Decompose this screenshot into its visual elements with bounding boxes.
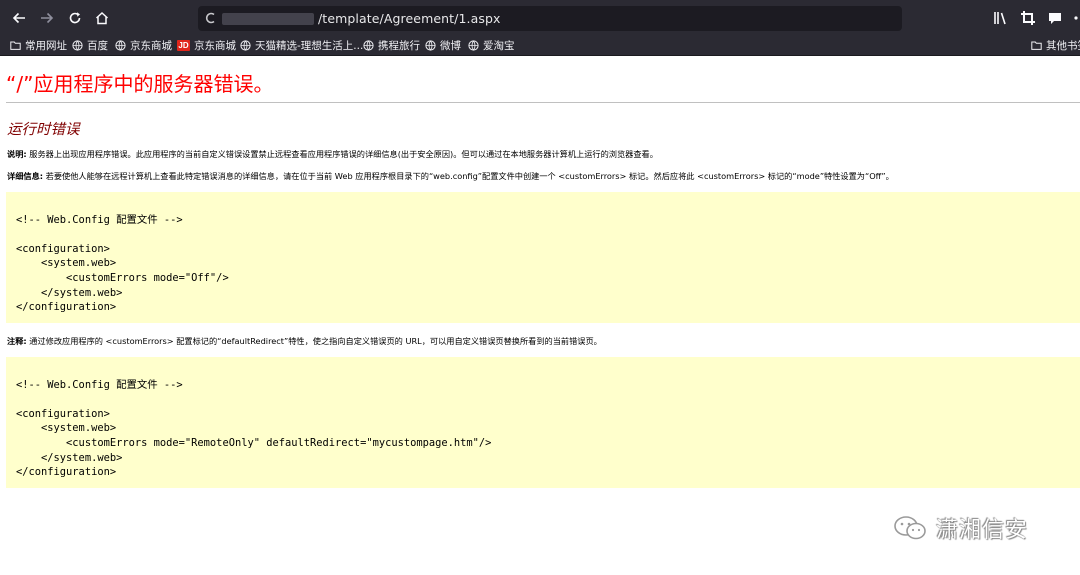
arrow-right-icon: [41, 12, 54, 24]
url-host-blur: [222, 13, 314, 25]
jd-logo-icon: JD: [177, 40, 190, 51]
page-title: “/”应用程序中的服务器错误。: [6, 72, 274, 96]
page-info-icon[interactable]: [204, 11, 218, 25]
library-icon[interactable]: [993, 10, 1009, 26]
globe-icon: [240, 40, 251, 51]
bookmark-label: 京东商城: [130, 40, 172, 52]
url-text[interactable]: /template/Agreement/1.aspx: [318, 11, 501, 26]
runtime-error-heading: 运行时错误: [7, 122, 80, 138]
description-paragraph: 说明: 服务器上出现应用程序错误。此应用程序的当前自定义错误设置禁止远程查看应用…: [7, 148, 658, 160]
code-block-config: <!-- Web.Config 配置文件 --> <configuration>…: [6, 192, 1080, 323]
watermark-text: 潇湘信安: [936, 518, 1029, 543]
globe-icon: [72, 40, 83, 51]
bookmark-item[interactable]: 京东商城: [115, 38, 172, 53]
back-button[interactable]: [8, 7, 30, 29]
overflow-icon[interactable]: [1072, 10, 1080, 26]
bookmark-label: 常用网址: [25, 40, 67, 52]
bookmark-item[interactable]: JD 京东商城: [177, 38, 236, 53]
bookmark-item[interactable]: 百度: [72, 38, 108, 53]
bookmark-label: 百度: [87, 40, 108, 52]
home-button[interactable]: [91, 7, 113, 29]
bookmark-item[interactable]: 携程旅行: [363, 38, 420, 53]
code-text: <!-- Web.Config 配置文件 --> <configuration>…: [16, 378, 492, 479]
bookmark-item[interactable]: 常用网址: [10, 38, 67, 53]
reload-button[interactable]: [64, 7, 86, 29]
note-label: 注释:: [7, 336, 27, 346]
folder-icon: [10, 41, 21, 50]
details-label: 详细信息:: [7, 171, 44, 181]
globe-icon: [363, 40, 374, 51]
details-paragraph: 详细信息: 若要使他人能够在远程计算机上查看此特定错误消息的详细信息，请在位于当…: [7, 170, 894, 182]
bookmark-label: 京东商城: [194, 40, 236, 52]
globe-icon: [115, 40, 126, 51]
note-paragraph: 注释: 通过修改应用程序的 <customErrors> 配置标记的“defau…: [7, 335, 602, 347]
chat-icon[interactable]: [1047, 10, 1063, 26]
url-bar[interactable]: /template/Agreement/1.aspx: [198, 6, 902, 31]
bookmark-label: 微博: [440, 40, 461, 52]
arrow-left-icon: [12, 12, 25, 24]
bookmark-label: 天猫精选-理想生活上...: [255, 40, 364, 52]
description-text: 服务器上出现应用程序错误。此应用程序的当前自定义错误设置禁止远程查看应用程序错误…: [26, 149, 658, 159]
bookmarks-bar: 常用网址 百度 京东商城 JD 京东商城 天猫精选-理想生活上... 携程旅行 …: [0, 36, 1080, 55]
page-content: “/”应用程序中的服务器错误。 运行时错误 说明: 服务器上出现应用程序错误。此…: [0, 56, 1080, 575]
code-text: <!-- Web.Config 配置文件 --> <configuration>…: [16, 213, 229, 314]
reload-icon: [69, 12, 81, 24]
watermark: 潇湘信安: [892, 512, 1028, 544]
divider: [6, 102, 1080, 103]
other-bookmarks[interactable]: 其他书签: [1031, 38, 1080, 53]
crop-icon[interactable]: [1020, 10, 1036, 26]
note-text: 通过修改应用程序的 <customErrors> 配置标记的“defaultRe…: [26, 336, 602, 346]
globe-icon: [425, 40, 436, 51]
other-bookmarks-label: 其他书签: [1046, 40, 1080, 52]
bookmark-item[interactable]: 天猫精选-理想生活上...: [240, 38, 363, 53]
code-block-redirect: <!-- Web.Config 配置文件 --> <configuration>…: [6, 357, 1080, 488]
details-text: 若要使他人能够在远程计算机上查看此特定错误消息的详细信息，请在位于当前 Web …: [43, 171, 894, 181]
wechat-icon: [894, 516, 926, 540]
browser-toolbar: /template/Agreement/1.aspx: [0, 0, 1080, 36]
bookmark-label: 爱淘宝: [483, 40, 515, 52]
bookmark-item[interactable]: 微博: [425, 38, 461, 53]
forward-button[interactable]: [36, 7, 58, 29]
home-icon: [95, 11, 109, 25]
bookmark-item[interactable]: 爱淘宝: [468, 38, 515, 53]
description-label: 说明:: [7, 149, 27, 159]
folder-icon: [1031, 41, 1042, 50]
bookmark-label: 携程旅行: [378, 40, 420, 52]
globe-icon: [468, 40, 479, 51]
